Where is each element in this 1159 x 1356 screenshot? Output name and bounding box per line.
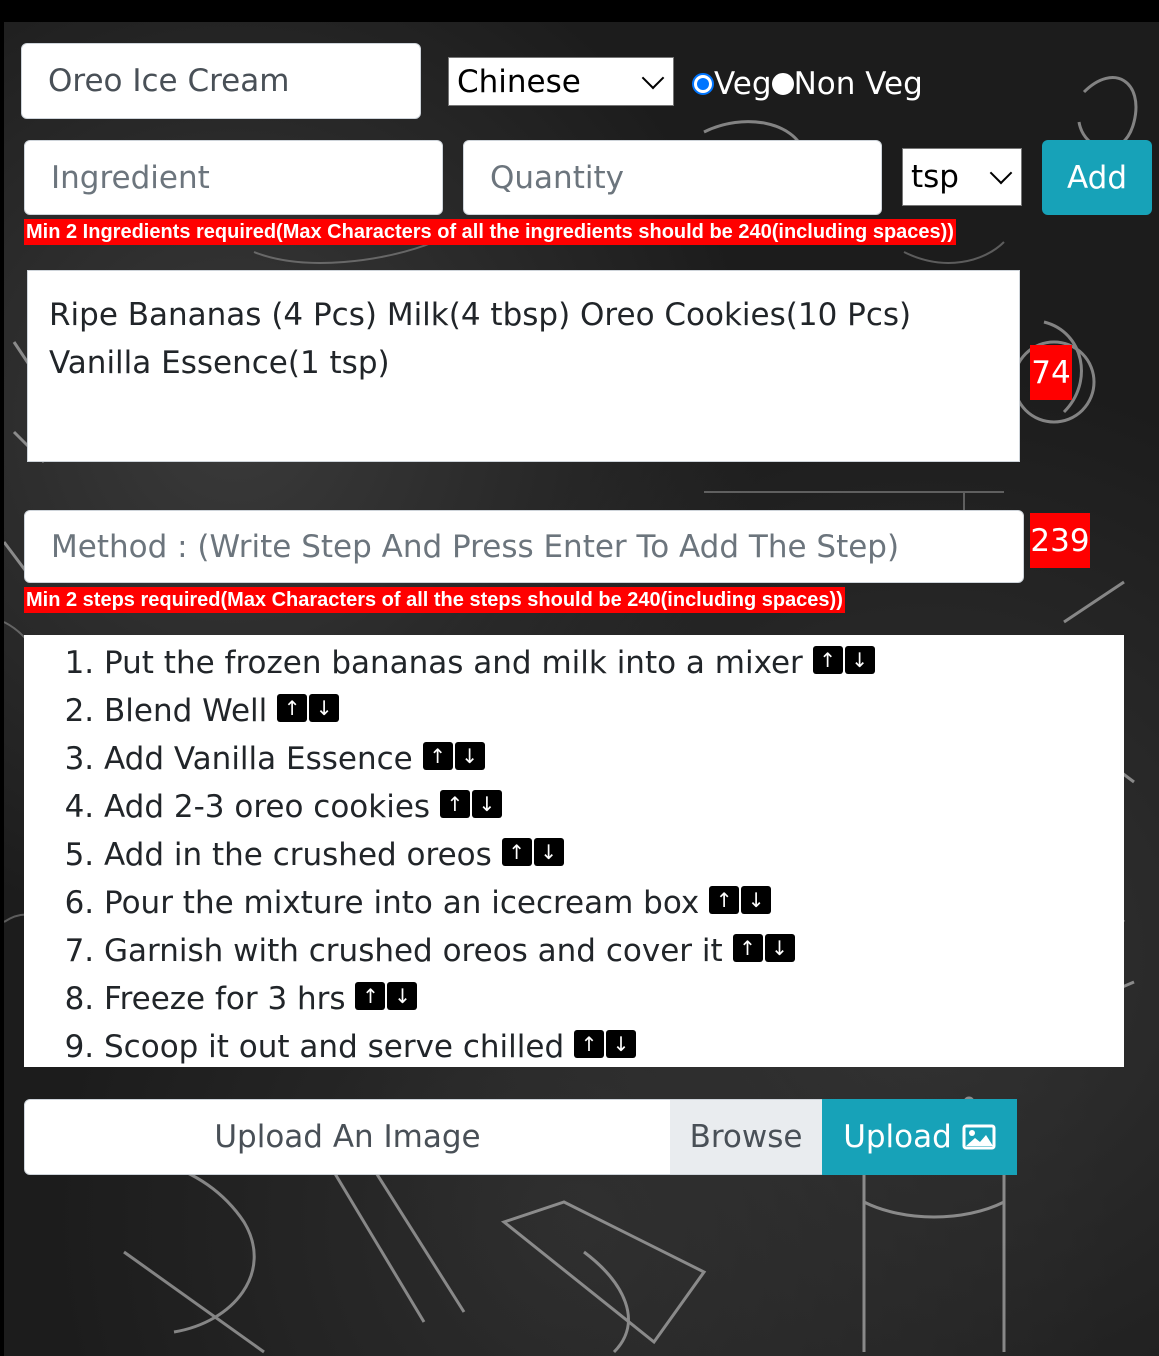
move-step-up-button[interactable]: ↑ — [355, 982, 386, 1010]
upload-button[interactable]: Upload — [822, 1099, 1017, 1175]
diet-radio-group: Veg Non Veg — [692, 64, 923, 104]
add-ingredient-button[interactable]: Add — [1042, 140, 1152, 215]
upload-button-label: Upload — [843, 1119, 952, 1155]
ingredients-textarea[interactable]: Ripe Bananas (4 Pcs) Milk(4 tbsp) Oreo C… — [27, 270, 1020, 462]
method-step-item: Blend Well ↑↓ — [104, 686, 1124, 734]
method-step-text: Put the frozen bananas and milk into a m… — [104, 645, 803, 681]
move-step-up-button[interactable]: ↑ — [574, 1030, 604, 1058]
ingredient-input[interactable]: Ingredient — [24, 140, 443, 215]
upload-image-field[interactable]: Upload An Image — [24, 1099, 671, 1175]
method-step-text: Add 2-3 oreo cookies — [104, 789, 431, 825]
method-step-text: Pour the mixture into an icecream box — [104, 885, 700, 921]
ingredients-char-counter: 74 — [1030, 345, 1072, 400]
move-step-down-button[interactable]: ↓ — [454, 742, 485, 770]
method-step-text: Blend Well — [104, 693, 268, 729]
recipe-name-input[interactable]: Oreo Ice Cream — [21, 43, 421, 119]
method-step-input[interactable]: Method : (Write Step And Press Enter To … — [24, 510, 1024, 583]
move-step-up-button[interactable]: ↑ — [501, 838, 532, 866]
move-step-down-button[interactable]: ↓ — [387, 982, 418, 1010]
move-step-down-button[interactable]: ↓ — [741, 886, 772, 914]
move-step-up-button[interactable]: ↑ — [422, 742, 453, 770]
method-warning: Min 2 steps required(Max Characters of a… — [24, 587, 845, 613]
method-step-item: Add 2-3 oreo cookies ↑↓ — [104, 782, 1124, 830]
move-step-down-button[interactable]: ↓ — [533, 838, 564, 866]
unit-select[interactable]: tsp — [902, 148, 1022, 206]
chevron-down-icon — [641, 66, 665, 89]
move-step-down-button[interactable]: ↓ — [606, 1030, 636, 1058]
method-step-text: Scoop it out and serve chilled — [104, 1029, 565, 1065]
recipe-form-page: Oreo Ice Cream Chinese Veg Non Veg Ingre… — [0, 0, 1159, 1356]
non-veg-radio-label[interactable]: Non Veg — [794, 66, 923, 102]
move-step-up-button[interactable]: ↑ — [812, 646, 843, 674]
method-step-item: Freeze for 3 hrs ↑↓ — [104, 974, 1124, 1022]
method-step-text: Freeze for 3 hrs — [104, 981, 346, 1017]
method-step-text: Add in the crushed oreos — [104, 837, 492, 873]
non-veg-radio[interactable] — [771, 73, 794, 95]
steps-ordered-list: Put the frozen bananas and milk into a m… — [24, 638, 1124, 1070]
move-step-down-button[interactable]: ↓ — [471, 790, 502, 818]
veg-radio[interactable] — [692, 73, 714, 95]
method-step-item: Add in the crushed oreos ↑↓ — [104, 830, 1124, 878]
ingredient-warning: Min 2 Ingredients required(Max Character… — [24, 219, 956, 245]
move-step-up-button[interactable]: ↑ — [709, 886, 740, 914]
chevron-down-icon — [989, 161, 1013, 185]
quantity-input[interactable]: Quantity — [463, 140, 882, 215]
top-bar — [0, 0, 1159, 22]
method-step-item: Add Vanilla Essence ↑↓ — [104, 734, 1124, 782]
move-step-down-button[interactable]: ↓ — [309, 694, 340, 722]
move-step-down-button[interactable]: ↓ — [764, 934, 795, 962]
method-step-text: Add Vanilla Essence — [104, 741, 413, 777]
method-char-counter: 239 — [1030, 513, 1090, 568]
method-step-item: Scoop it out and serve chilled ↑↓ — [104, 1022, 1124, 1070]
browse-button[interactable]: Browse — [670, 1099, 823, 1175]
method-step-item: Put the frozen bananas and milk into a m… — [104, 638, 1124, 686]
cuisine-select-value: Chinese — [457, 63, 581, 100]
method-step-item: Garnish with crushed oreos and cover it … — [104, 926, 1124, 974]
cuisine-select[interactable]: Chinese — [448, 57, 674, 106]
veg-radio-label[interactable]: Veg — [714, 66, 772, 102]
move-step-up-button[interactable]: ↑ — [277, 694, 308, 722]
unit-select-value: tsp — [911, 159, 959, 195]
move-step-down-button[interactable]: ↓ — [844, 646, 875, 674]
move-step-up-button[interactable]: ↑ — [732, 934, 763, 962]
image-icon — [962, 1124, 996, 1150]
method-steps-list: Put the frozen bananas and milk into a m… — [24, 635, 1124, 1067]
move-step-up-button[interactable]: ↑ — [439, 790, 470, 818]
method-step-item: Pour the mixture into an icecream box ↑↓ — [104, 878, 1124, 926]
method-step-text: Garnish with crushed oreos and cover it — [104, 933, 723, 969]
left-edge-bar — [0, 0, 4, 1356]
